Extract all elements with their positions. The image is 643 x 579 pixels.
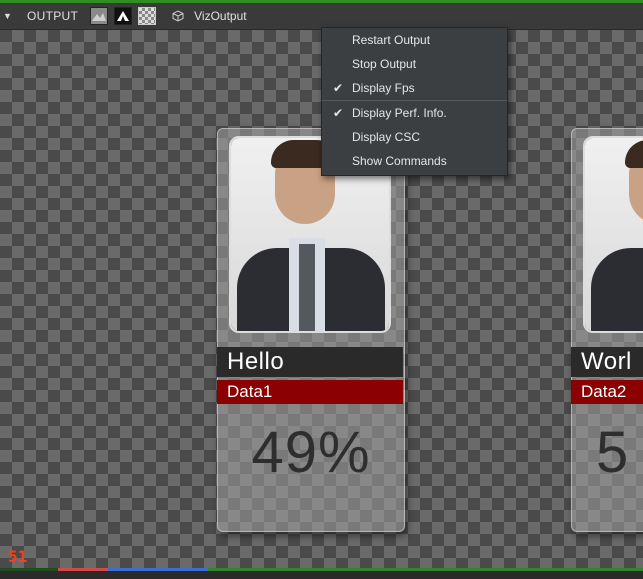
checkmark-icon: ✔ xyxy=(332,81,344,95)
menu-item-display-csc[interactable]: Display CSC xyxy=(322,125,507,149)
menu-item-label: Show Commands xyxy=(352,154,447,168)
lower-third-card: Hello Data1 49% xyxy=(217,128,405,532)
menu-item-display-fps[interactable]: ✔ Display Fps xyxy=(322,76,507,100)
viz-output-window: ▼ OUTPUT VizOutput Hello Data1 49% Worl … xyxy=(0,0,643,579)
output-toolbar: ▼ OUTPUT VizOutput xyxy=(0,3,643,30)
checkmark-icon: ✔ xyxy=(332,106,344,120)
background-mode-button[interactable] xyxy=(90,7,109,25)
alpha-icon xyxy=(117,11,130,21)
mountain-icon xyxy=(92,13,107,21)
output-name-label[interactable]: VizOutput xyxy=(194,9,246,23)
menu-item-label: Restart Output xyxy=(352,33,431,47)
card-data-label: Data2 xyxy=(571,380,643,404)
menu-item-label: Stop Output xyxy=(352,57,417,71)
card-name: Hello xyxy=(217,347,403,377)
fps-counter: 51 xyxy=(8,547,28,566)
output-context-menu: Restart Output Stop Output ✔ Display Fps… xyxy=(321,27,508,176)
menu-item-show-commands[interactable]: Show Commands xyxy=(322,149,507,173)
card-name: Worl xyxy=(571,347,643,377)
lower-third-card: Worl Data2 5 xyxy=(571,128,643,532)
menu-item-label: Display CSC xyxy=(352,130,421,144)
transparency-mode-button[interactable] xyxy=(138,7,157,25)
menu-item-label: Display Perf. Info. xyxy=(352,106,447,120)
card-value: 49% xyxy=(251,420,371,485)
card-value: 5 xyxy=(596,420,630,485)
cube-icon xyxy=(172,10,184,22)
menu-item-restart-output[interactable]: Restart Output xyxy=(322,28,507,52)
card-photo xyxy=(583,136,643,333)
menu-item-label: Display Fps xyxy=(352,81,415,95)
collapse-arrow-icon[interactable]: ▼ xyxy=(3,11,13,21)
toolbar-title: OUTPUT xyxy=(27,9,79,23)
menu-item-stop-output[interactable]: Stop Output xyxy=(322,52,507,76)
status-strip xyxy=(0,571,643,579)
menu-item-display-perf-info[interactable]: ✔ Display Perf. Info. xyxy=(322,101,507,125)
alpha-mode-button[interactable] xyxy=(114,7,133,25)
card-data-label: Data1 xyxy=(217,380,403,404)
